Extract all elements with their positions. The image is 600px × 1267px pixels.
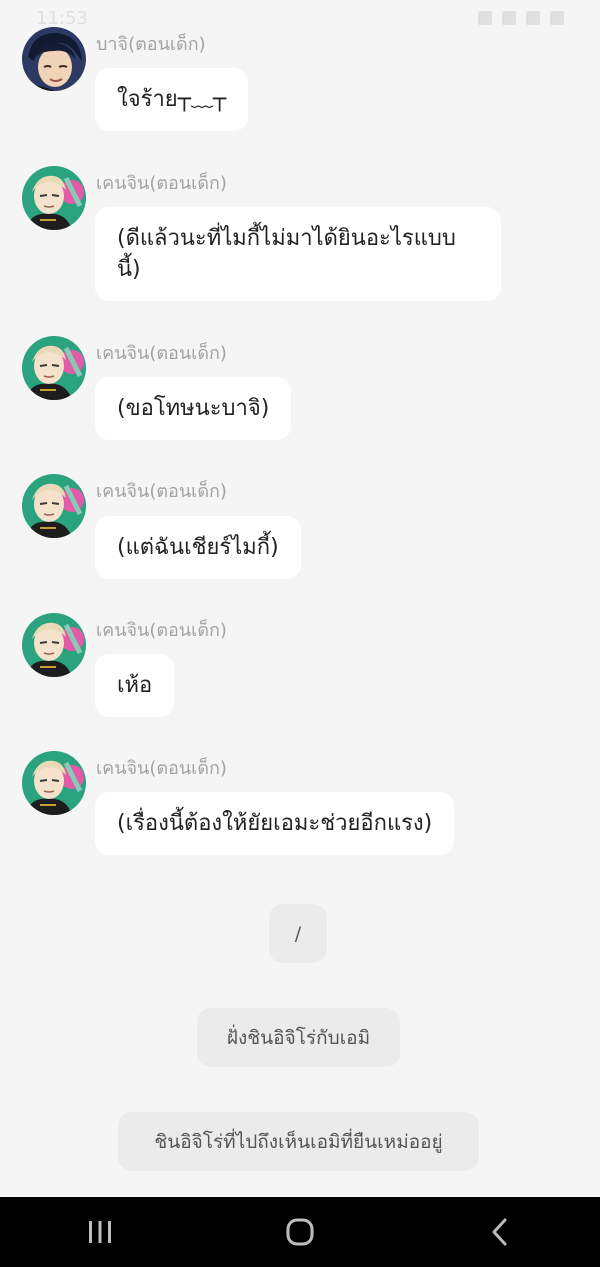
sender-name: บาจิ(ตอนเด็ก) [96, 34, 206, 55]
message-bubble: (แต่ฉันเชียร์ไมกี้) [95, 516, 301, 579]
battery-saver-icon [478, 11, 492, 25]
signal-icon [526, 11, 540, 25]
choice-button[interactable]: / [269, 904, 327, 963]
sender-name: เคนจิน(ตอนเด็ก) [96, 481, 227, 502]
message-bubble: ใจร้าย┬﹏┬ [95, 68, 249, 131]
avatar[interactable] [22, 166, 86, 230]
wifi-icon [502, 11, 516, 25]
recent-apps-button[interactable] [70, 1207, 130, 1257]
system-nav-bar [0, 1197, 600, 1267]
kenjin-avatar-icon [22, 751, 86, 815]
battery-icon [550, 11, 564, 25]
message-bubble: เห้อ [95, 654, 175, 717]
sender-name: เคนจิน(ตอนเด็ก) [96, 343, 227, 364]
choice-button[interactable]: ฝั่งชินอิจิโร่กับเอมิ [197, 1008, 400, 1067]
avatar[interactable] [22, 751, 86, 815]
baji-avatar-icon [22, 27, 86, 91]
sender-name: เคนจิน(ตอนเด็ก) [96, 758, 227, 779]
message-bubble: (ขอโทษนะบาจิ) [95, 377, 292, 440]
recent-apps-icon [89, 1221, 111, 1243]
chat-screen: 11:53 บาจิ(ตอนเด็ก) ใจร้าย┬﹏┬ เคนจิน(ตอน… [0, 0, 600, 1267]
back-button[interactable] [470, 1207, 530, 1257]
avatar[interactable] [22, 613, 86, 677]
home-button[interactable] [270, 1207, 330, 1257]
kenjin-avatar-icon [22, 166, 86, 230]
kenjin-avatar-icon [22, 474, 86, 538]
status-icons [478, 11, 564, 25]
avatar[interactable] [22, 474, 86, 538]
kenjin-avatar-icon [22, 336, 86, 400]
home-icon [286, 1218, 314, 1246]
sender-name: เคนจิน(ตอนเด็ก) [96, 620, 227, 641]
back-icon [492, 1218, 507, 1246]
avatar[interactable] [22, 27, 86, 91]
avatar[interactable] [22, 336, 86, 400]
choice-button[interactable]: ชินอิจิโร่ที่ไปถึงเห็นเอมิที่ยืนเหม่ออยู… [118, 1112, 479, 1171]
message-bubble: (ดีแล้วนะที่ไมกี้ไม่มาได้ยินอะไรแบบนี้) [95, 207, 501, 301]
kenjin-avatar-icon [22, 613, 86, 677]
message-bubble: (เรื่องนี้ต้องให้ยัยเอมะช่วยอีกแรง) [95, 792, 455, 855]
status-bar: 11:53 [0, 0, 600, 36]
status-time: 11:53 [36, 7, 88, 29]
sender-name: เคนจิน(ตอนเด็ก) [96, 173, 227, 194]
